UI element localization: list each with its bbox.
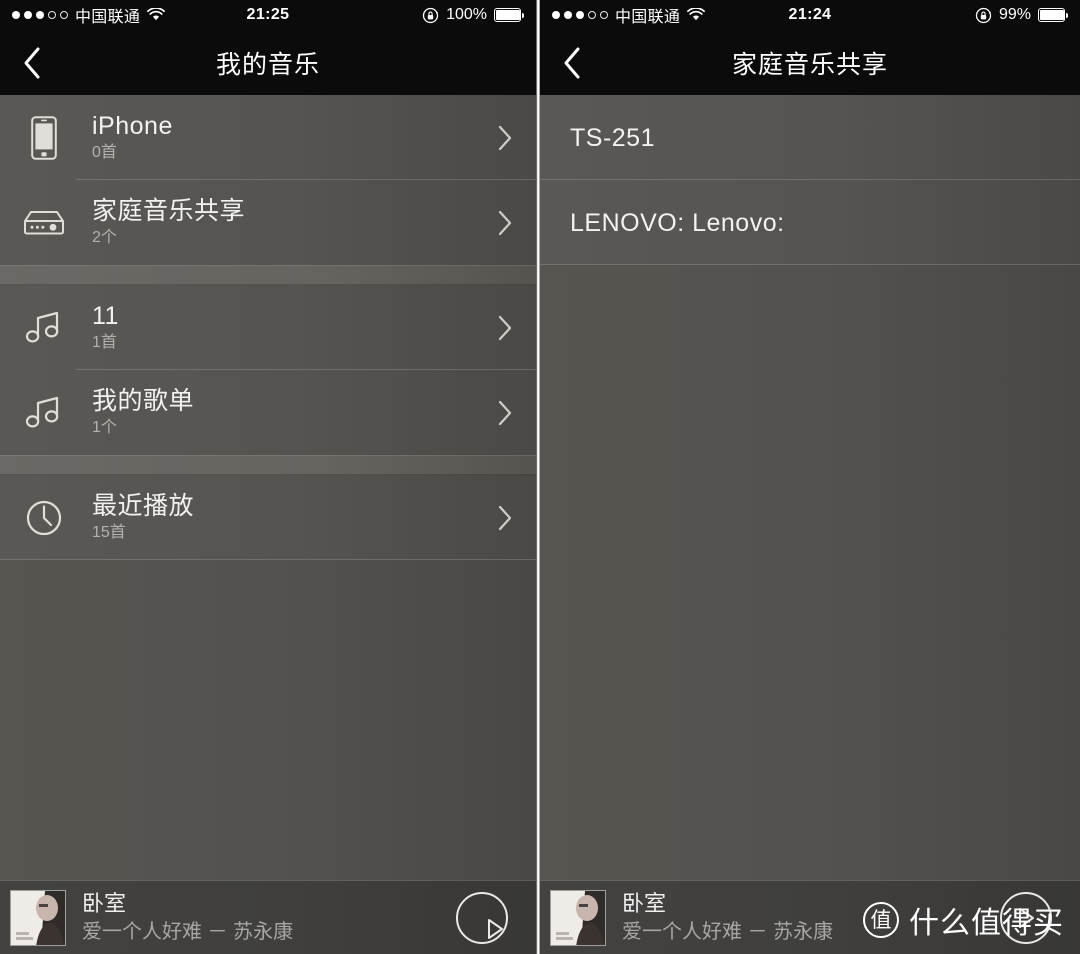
page-title: 家庭音乐共享 [731, 50, 888, 79]
left-content: iPhone 0首 家庭音乐共享 2个 11 1首 我的歌单 1个 最近播放 1… [0, 95, 536, 954]
list-item-iphone[interactable]: iPhone 0首 [0, 95, 536, 180]
section-divider [0, 265, 536, 285]
dual-screenshot: 中国联通 21:25 100% 我的音乐 iPhone 0首 家庭音乐共享 2个… [0, 0, 1080, 954]
list-item-title: 家庭音乐共享 [92, 197, 246, 225]
music-note-icon [18, 387, 70, 439]
now-playing-text: 卧室 爱一个人好难 － 苏永康 [82, 891, 456, 945]
album-artwork [10, 889, 66, 946]
status-right-group: 99% [975, 6, 1068, 24]
right-phone-screen: 中国联通 21:24 99% 家庭音乐共享 TS-251 LENOVO: Len… [540, 0, 1080, 954]
recent-section: 最近播放 15首 [0, 475, 536, 560]
status-left-group: 中国联通 [12, 3, 166, 27]
back-button[interactable] [0, 30, 64, 95]
list-item-title: TS-251 [570, 123, 655, 152]
rotation-lock-icon [422, 7, 439, 24]
nas-server-icon [18, 197, 70, 249]
row-divider [0, 559, 536, 560]
empty-list-area [540, 265, 1080, 954]
list-item-subtitle: 0首 [92, 144, 117, 161]
clock-icon [18, 492, 70, 544]
iphone-icon [18, 112, 70, 164]
list-item-recently-played[interactable]: 最近播放 15首 [0, 475, 536, 560]
chevron-right-icon [492, 125, 518, 151]
chevron-left-icon [561, 46, 583, 80]
list-item-text: 我的歌单 1个 [92, 386, 492, 439]
back-button[interactable] [540, 30, 604, 95]
list-item-subtitle: 15首 [92, 524, 126, 541]
chevron-right-icon [492, 400, 518, 426]
list-item-home-music-share[interactable]: 家庭音乐共享 2个 [0, 180, 536, 265]
playlist-section: 11 1首 我的歌单 1个 [0, 285, 536, 455]
left-nav-bar: 我的音乐 [0, 30, 536, 95]
play-button[interactable] [1000, 891, 1052, 944]
list-item-text: LENOVO: Lenovo: [570, 208, 1062, 238]
now-playing-track: 爱一个人好难 － 苏永康 [82, 920, 294, 943]
section-divider [0, 455, 536, 475]
list-item-title: 11 [92, 302, 119, 330]
list-item-title: LENOVO: Lenovo: [570, 208, 785, 237]
right-now-playing-bar[interactable]: 卧室 爱一个人好难 － 苏永康 [540, 880, 1080, 954]
list-item-text: 家庭音乐共享 2个 [92, 196, 492, 249]
status-right-group: 100% [422, 6, 524, 24]
right-status-bar: 中国联通 21:24 99% [540, 0, 1080, 30]
device-section: iPhone 0首 家庭音乐共享 2个 [0, 95, 536, 265]
list-item-text: iPhone 0首 [92, 111, 492, 164]
row-divider [540, 264, 1080, 265]
list-item-subtitle: 1首 [92, 334, 117, 351]
play-button[interactable] [456, 891, 508, 944]
list-item-text: 11 1首 [92, 301, 492, 354]
battery-icon [494, 8, 524, 22]
now-playing-room: 卧室 [82, 890, 127, 916]
right-content: TS-251 LENOVO: Lenovo: [540, 95, 1080, 954]
list-item-title: 我的歌单 [92, 387, 195, 415]
list-item-text: TS-251 [570, 123, 1062, 153]
list-item-playlist-11[interactable]: 11 1首 [0, 285, 536, 370]
list-item-text: 最近播放 15首 [92, 491, 492, 544]
left-now-playing-bar[interactable]: 卧室 爱一个人好难 － 苏永康 [0, 880, 536, 954]
list-item-ts-251[interactable]: TS-251 [540, 95, 1080, 180]
list-item-subtitle: 1个 [92, 419, 117, 436]
now-playing-text: 卧室 爱一个人好难 － 苏永康 [622, 891, 1000, 945]
list-item-my-playlists[interactable]: 我的歌单 1个 [0, 370, 536, 455]
now-playing-track: 爱一个人好难 － 苏永康 [622, 920, 834, 943]
list-item-lenovo[interactable]: LENOVO: Lenovo: [540, 180, 1080, 265]
chevron-right-icon [492, 505, 518, 531]
music-note-icon [18, 302, 70, 354]
wifi-icon [147, 8, 166, 22]
chevron-right-icon [492, 210, 518, 236]
signal-strength-icon [12, 11, 68, 19]
list-item-subtitle: 2个 [92, 229, 117, 246]
battery-percent-label: 100% [446, 6, 487, 23]
now-playing-room: 卧室 [622, 890, 667, 916]
list-item-title: 最近播放 [92, 492, 195, 520]
battery-percent-label: 99% [998, 6, 1031, 23]
list-item-title: iPhone [92, 112, 173, 140]
carrier-label: 中国联通 [75, 9, 141, 26]
status-left-group: 中国联通 [552, 3, 706, 27]
battery-icon [1038, 8, 1068, 22]
rotation-lock-icon [975, 7, 992, 24]
carrier-label: 中国联通 [615, 9, 681, 26]
chevron-right-icon [492, 315, 518, 341]
play-icon [1016, 907, 1036, 929]
chevron-left-icon [21, 46, 43, 80]
right-nav-bar: 家庭音乐共享 [540, 30, 1080, 95]
signal-strength-icon [552, 11, 608, 19]
wifi-icon [687, 8, 706, 22]
album-artwork [550, 889, 606, 946]
shared-device-section: TS-251 LENOVO: Lenovo: [540, 95, 1080, 265]
page-title: 我的音乐 [215, 50, 320, 79]
left-status-bar: 中国联通 21:25 100% [0, 0, 536, 30]
left-phone-screen: 中国联通 21:25 100% 我的音乐 iPhone 0首 家庭音乐共享 2个… [0, 0, 536, 954]
